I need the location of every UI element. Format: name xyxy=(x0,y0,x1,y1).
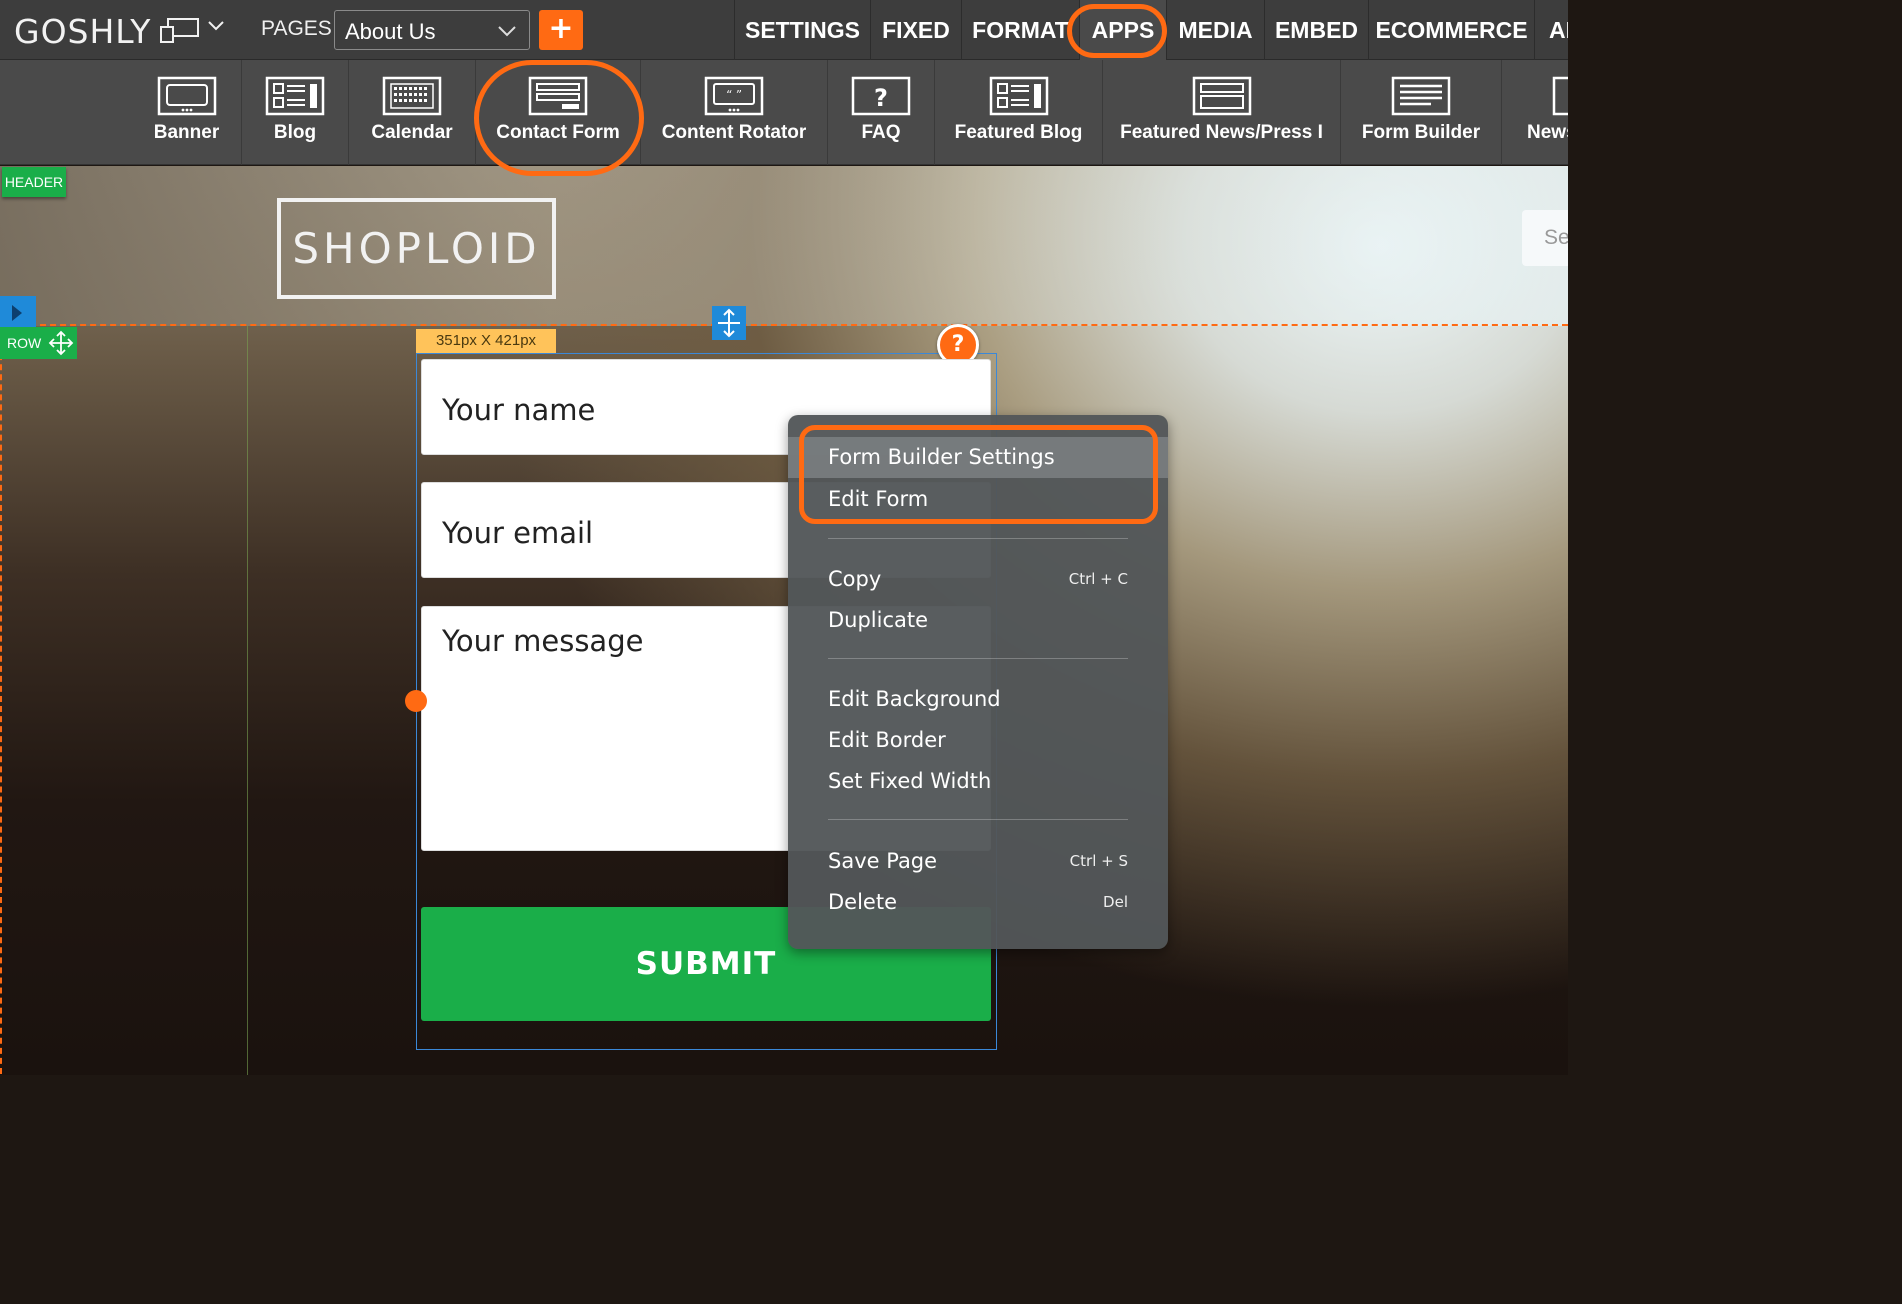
row-outline-top xyxy=(0,324,1568,326)
chevron-down-icon[interactable] xyxy=(207,19,225,33)
menu-item-label: Delete xyxy=(828,890,897,914)
goshly-logo[interactable]: GOSHLY xyxy=(14,12,151,51)
svg-text:?: ? xyxy=(874,84,888,112)
menu-embed[interactable]: EMBED xyxy=(1264,0,1368,60)
menu-divider xyxy=(828,538,1128,539)
menu-item-shortcut: Del xyxy=(1103,893,1128,911)
app-label: Banner xyxy=(153,122,220,143)
app-label: FAQ xyxy=(861,122,901,143)
menu-ai[interactable]: AI xyxy=(1534,0,1568,60)
menu-item-label: Edit Background xyxy=(828,687,1001,711)
menu-item-label: Save Page xyxy=(828,849,938,873)
row-expand-button[interactable] xyxy=(0,296,36,330)
menu-item-form-builder-settings[interactable]: Form Builder Settings xyxy=(788,437,1168,478)
menu-format[interactable]: FORMAT xyxy=(961,0,1079,60)
page-canvas: HEADER SHOPLOID Se ROW 351px X 421px ? Y… xyxy=(0,166,1568,1075)
chevron-down-icon xyxy=(498,26,516,37)
menu-item-label: Form Builder Settings xyxy=(828,445,1055,469)
pages-label: PAGES xyxy=(261,17,332,40)
menu-item-delete[interactable]: Delete Del xyxy=(788,882,1168,923)
app-form-builder[interactable]: Form Builder xyxy=(1341,60,1502,165)
row-outline-left xyxy=(0,324,2,1075)
menu-media[interactable]: MEDIA xyxy=(1166,0,1264,60)
menu-item-shortcut: Ctrl + S xyxy=(1069,852,1128,870)
faq-icon: ? xyxy=(851,76,911,116)
form-builder-icon xyxy=(1391,76,1451,116)
app-label: Blog xyxy=(273,122,317,143)
column-guide xyxy=(247,326,248,1075)
menu-item-edit-background[interactable]: Edit Background xyxy=(788,679,1168,720)
featured-news-icon xyxy=(1192,76,1251,116)
menu-item-duplicate[interactable]: Duplicate xyxy=(788,600,1168,641)
page-select[interactable]: About Us xyxy=(334,10,530,50)
menu-item-label: Edit Border xyxy=(828,728,946,752)
menu-apps[interactable]: APPS xyxy=(1079,0,1166,60)
resize-vertical-icon[interactable] xyxy=(712,306,746,340)
menu-item-label: Edit Form xyxy=(828,487,929,511)
menu-item-label: Set Fixed Width xyxy=(828,769,992,793)
context-menu: Form Builder Settings Edit Form Copy Ctr… xyxy=(788,415,1168,949)
app-featured-news[interactable]: Featured News/Press I xyxy=(1103,60,1341,165)
menu-fixed[interactable]: FIXED xyxy=(870,0,961,60)
site-search-input[interactable]: Se xyxy=(1522,210,1568,266)
menu-item-shortcut: Ctrl + C xyxy=(1068,570,1128,588)
news-icon xyxy=(1552,76,1568,116)
app-contact-form[interactable]: Contact Form xyxy=(476,60,641,165)
row-badge-label: ROW xyxy=(7,335,42,351)
blog-icon xyxy=(265,76,325,116)
svg-text:“ ”: “ ” xyxy=(726,88,742,102)
caret-right-icon xyxy=(12,305,22,321)
top-menu-bar: GOSHLY PAGES About Us + SETTINGS FIXED F… xyxy=(0,0,1568,60)
menu-ecommerce[interactable]: ECOMMERCE xyxy=(1368,0,1534,60)
menu-item-edit-form[interactable]: Edit Form xyxy=(788,479,1168,520)
app-label: Contact Form xyxy=(496,122,620,143)
app-label: Featured Blog xyxy=(954,122,1083,143)
content-rotator-icon: “ ” xyxy=(704,76,764,116)
featured-blog-icon xyxy=(989,76,1048,116)
header-background xyxy=(0,166,1568,326)
app-label: Featured News/Press I xyxy=(1120,122,1323,143)
menu-item-save-page[interactable]: Save Page Ctrl + S xyxy=(788,841,1168,882)
site-logo[interactable]: SHOPLOID xyxy=(277,198,556,299)
header-section-badge[interactable]: HEADER xyxy=(2,167,66,197)
app-calendar[interactable]: Calendar xyxy=(349,60,476,165)
app-label: Form Builder xyxy=(1361,122,1481,143)
app-banner[interactable]: Banner xyxy=(132,60,242,165)
menu-divider xyxy=(828,658,1128,659)
logo-devices-icon xyxy=(160,18,199,43)
menu-item-copy[interactable]: Copy Ctrl + C xyxy=(788,559,1168,600)
app-label: Calendar xyxy=(371,122,453,143)
element-size-label: 351px X 421px xyxy=(416,329,556,353)
app-content-rotator[interactable]: “ ” Content Rotator xyxy=(641,60,828,165)
menu-item-label: Copy xyxy=(828,567,882,591)
resize-handle[interactable] xyxy=(405,690,427,712)
calendar-icon xyxy=(382,76,442,116)
contact-form-icon xyxy=(528,76,588,116)
banner-icon xyxy=(157,76,216,116)
app-label: News xyxy=(1527,122,1568,143)
page-select-value: About Us xyxy=(345,19,436,44)
menu-item-edit-border[interactable]: Edit Border xyxy=(788,720,1168,761)
app-blog[interactable]: Blog xyxy=(242,60,349,165)
app-news[interactable]: News xyxy=(1502,60,1568,165)
app-label: Content Rotator xyxy=(661,122,807,143)
menu-settings[interactable]: SETTINGS xyxy=(734,0,870,60)
app-featured-blog[interactable]: Featured Blog xyxy=(935,60,1103,165)
menu-item-label: Duplicate xyxy=(828,608,929,632)
add-page-button[interactable]: + xyxy=(539,10,583,50)
menu-divider xyxy=(828,819,1128,820)
move-icon[interactable] xyxy=(48,330,74,356)
menu-item-set-fixed-width[interactable]: Set Fixed Width xyxy=(788,761,1168,802)
app-faq[interactable]: ? FAQ xyxy=(828,60,935,165)
row-section-badge[interactable]: ROW xyxy=(0,327,77,359)
apps-toolbar: Banner Blog Calendar Contact Form “ ” Co… xyxy=(0,60,1568,165)
